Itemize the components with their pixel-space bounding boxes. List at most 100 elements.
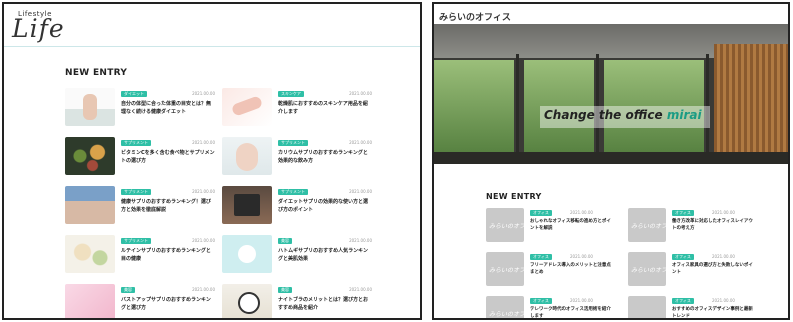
entry-date: 2021.00.00 xyxy=(570,298,593,303)
thumbnail-logo-text: みらいのオフィス xyxy=(489,311,524,318)
entry-card[interactable]: サプリメント 2021.00.00 ダイエットサプリの効果的な使い方と選び方のポイン… xyxy=(222,186,372,226)
category-tag[interactable]: 美容 xyxy=(121,287,135,293)
category-tag[interactable]: オフィス xyxy=(672,254,694,260)
entry-thumbnail[interactable]: みらいのオフィス xyxy=(628,252,666,286)
new-entry-heading: NEW ENTRY xyxy=(486,192,542,201)
entry-title[interactable]: おすすめのオフィスデザイン事例と最新トレンド xyxy=(672,306,756,318)
entry-card[interactable]: 美容 2021.00.00 ハトムギサプリのおすすめ人気ランキングと美肌効果 xyxy=(222,235,372,275)
entry-card[interactable]: サプリメント 2021.00.00 カリウムサプリのおすすめランキングと効果的な飲み… xyxy=(222,137,372,177)
entry-card[interactable]: みらいのオフィス オフィス 2021.00.00 フリーアドレス導入のメリットと注意点… xyxy=(486,252,614,290)
entry-thumbnail[interactable] xyxy=(222,88,272,126)
hero-image: Change the office mirai xyxy=(434,24,788,164)
entry-card[interactable]: みらいのオフィス オフィス 2021.00.00 おしゃれなオフィス移転の進め方とポイ… xyxy=(486,208,614,246)
entry-thumbnail[interactable] xyxy=(222,186,272,224)
category-tag[interactable]: オフィス xyxy=(672,298,694,304)
entry-date: 2021.00.00 xyxy=(349,189,372,194)
entry-date: 2021.00.00 xyxy=(349,238,372,243)
entry-title[interactable]: 乾燥肌におすすめのスキンケア用品を紹介します xyxy=(278,100,372,116)
entry-card[interactable]: スキンケア 2021.00.00 乾燥肌におすすめのスキンケア用品を紹介します xyxy=(222,88,372,128)
category-tag[interactable]: サプリメント xyxy=(278,140,308,146)
category-tag[interactable]: オフィス xyxy=(530,210,552,216)
entry-title[interactable]: ハトムギサプリのおすすめ人気ランキングと美肌効果 xyxy=(278,247,372,263)
entry-title[interactable]: オフィス家具の選び方と失敗しないポイント xyxy=(672,262,756,276)
entry-thumbnail[interactable] xyxy=(222,137,272,175)
entry-thumbnail[interactable] xyxy=(222,235,272,273)
entry-title[interactable]: ナイトブラのメリットとは？選び方とおすすめ商品を紹介 xyxy=(278,296,372,312)
entry-card[interactable]: みらいのオフィス オフィス 2021.00.00 働き方改革に対応したオフィスレイアウ… xyxy=(628,208,756,246)
office-site-screenshot: みらいのオフィス Change the office mirai NEW ENT… xyxy=(432,2,790,320)
category-tag[interactable]: 美容 xyxy=(278,238,292,244)
entry-title[interactable]: おしゃれなオフィス移転の進め方とポイントを解説 xyxy=(530,218,614,232)
entry-thumbnail[interactable] xyxy=(65,137,115,175)
entry-date: 2021.00.00 xyxy=(192,189,215,194)
lifestyle-site-screenshot: Lifestyle Life NEW ENTRY ダイエット 2021.00.00… xyxy=(2,2,422,320)
category-tag[interactable]: サプリメント xyxy=(121,140,151,146)
entry-card[interactable]: サプリメント 2021.00.00 ビタミンCを多く含む食べ物とサプリメントの選び方 xyxy=(65,137,215,177)
entry-date: 2021.00.00 xyxy=(712,210,735,215)
category-tag[interactable]: ダイエット xyxy=(121,91,147,97)
category-tag[interactable]: 美容 xyxy=(278,287,292,293)
hero-window xyxy=(434,60,514,164)
category-tag[interactable]: オフィス xyxy=(530,254,552,260)
entry-thumbnail[interactable] xyxy=(222,284,272,318)
entry-card[interactable]: サプリメント 2021.00.00 ルテインサプリのおすすめランキングと目の健康 xyxy=(65,235,215,275)
entry-date: 2021.00.00 xyxy=(349,140,372,145)
entry-title[interactable]: 健康サプリのおすすめランキング！選び方と効果を徹底解説 xyxy=(121,198,215,214)
entry-thumbnail[interactable]: みらいのオフィス xyxy=(486,252,524,286)
thumbnail-logo-text: みらいのオフィス xyxy=(631,223,666,230)
hero-wood-slats xyxy=(714,44,788,164)
hero-floor xyxy=(434,152,788,164)
entry-thumbnail[interactable] xyxy=(65,235,115,273)
category-tag[interactable]: サプリメント xyxy=(121,238,151,244)
entry-title[interactable]: 働き方改革に対応したオフィスレイアウトの考え方 xyxy=(672,218,756,232)
entry-title[interactable]: ダイエットサプリの効果的な使い方と選び方のポイント xyxy=(278,198,372,214)
entry-date: 2021.00.00 xyxy=(349,91,372,96)
entry-date: 2021.00.00 xyxy=(192,91,215,96)
entry-title[interactable]: フリーアドレス導入のメリットと注意点まとめ xyxy=(530,262,614,276)
category-tag[interactable]: サプリメント xyxy=(278,189,308,195)
entry-card[interactable]: みらいのオフィス オフィス 2021.00.00 オフィス家具の選び方と失敗しないポイ… xyxy=(628,252,756,290)
hero-title-main: Change the office xyxy=(544,108,667,122)
hero-title-accent: mirai xyxy=(666,108,702,122)
category-tag[interactable]: オフィス xyxy=(672,210,694,216)
category-tag[interactable]: スキンケア xyxy=(278,91,304,97)
category-tag[interactable]: オフィス xyxy=(530,298,552,304)
entry-title[interactable]: バストアップサプリのおすすめランキングと選び方 xyxy=(121,296,215,312)
entry-title[interactable]: テレワーク時代のオフィス活用術を紹介します xyxy=(530,306,614,318)
entry-thumbnail[interactable]: みらいのオフィス xyxy=(486,296,524,318)
entry-title[interactable]: カリウムサプリのおすすめランキングと効果的な飲み方 xyxy=(278,149,372,165)
entry-date: 2021.00.00 xyxy=(712,298,735,303)
thumbnail-logo-text: みらいのオフィス xyxy=(489,223,524,230)
thumbnail-logo-text: みらいのオフィス xyxy=(489,267,524,274)
new-entry-heading: NEW ENTRY xyxy=(65,68,128,78)
site-logo[interactable]: Life xyxy=(12,14,65,43)
entry-date: 2021.00.00 xyxy=(192,238,215,243)
thumbnail-logo-text: みらいのオフィス xyxy=(631,267,666,274)
entry-thumbnail[interactable] xyxy=(65,88,115,126)
entry-thumbnail[interactable] xyxy=(65,284,115,318)
entry-thumbnail[interactable]: みらいのオフィス xyxy=(486,208,524,242)
entry-card[interactable]: 美容 2021.00.00 ナイトブラのメリットとは？選び方とおすすめ商品を紹介 xyxy=(222,284,372,318)
entry-thumbnail[interactable] xyxy=(628,296,666,318)
entry-card[interactable]: 美容 2021.00.00 バストアップサプリのおすすめランキングと選び方 xyxy=(65,284,215,318)
entry-date: 2021.00.00 xyxy=(192,287,215,292)
site-logo[interactable]: みらいのオフィス xyxy=(439,10,511,23)
entry-title[interactable]: ビタミンCを多く含む食べ物とサプリメントの選び方 xyxy=(121,149,215,165)
entry-card[interactable]: ダイエット 2021.00.00 自分の体型に合った体重の目安とは？無理なく続ける健… xyxy=(65,88,215,128)
entry-date: 2021.00.00 xyxy=(349,287,372,292)
entry-card[interactable]: オフィス 2021.00.00 おすすめのオフィスデザイン事例と最新トレンド xyxy=(628,296,756,318)
entry-date: 2021.00.00 xyxy=(570,210,593,215)
entry-date: 2021.00.00 xyxy=(570,254,593,259)
category-tag[interactable]: サプリメント xyxy=(121,189,151,195)
entry-title[interactable]: 自分の体型に合った体重の目安とは？無理なく続ける健康ダイエット xyxy=(121,100,215,116)
entry-card[interactable]: サプリメント 2021.00.00 健康サプリのおすすめランキング！選び方と効果を徹… xyxy=(65,186,215,226)
hero-title: Change the office mirai xyxy=(544,108,702,122)
entry-thumbnail[interactable]: みらいのオフィス xyxy=(628,208,666,242)
entry-title[interactable]: ルテインサプリのおすすめランキングと目の健康 xyxy=(121,247,215,263)
entry-thumbnail[interactable] xyxy=(65,186,115,224)
entry-date: 2021.00.00 xyxy=(192,140,215,145)
entry-date: 2021.00.00 xyxy=(712,254,735,259)
header-divider xyxy=(4,46,420,47)
hero-column xyxy=(516,54,519,164)
entry-card[interactable]: みらいのオフィス オフィス 2021.00.00 テレワーク時代のオフィス活用術を紹介… xyxy=(486,296,614,318)
